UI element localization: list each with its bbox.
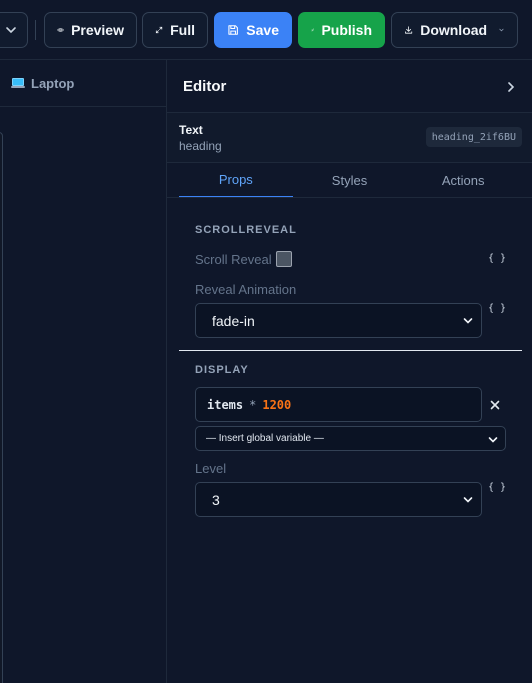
eye-icon <box>57 28 64 32</box>
insert-global-variable-select[interactable]: — Insert global variable — <box>195 426 506 451</box>
tabs-divider <box>167 197 532 198</box>
scroll-reveal-checkbox[interactable] <box>276 251 292 267</box>
chevron-down-icon <box>463 318 473 324</box>
save-label: Save <box>246 22 279 38</box>
top-toolbar: Preview Full Save Publish Download <box>0 0 532 60</box>
reveal-animation-value: fade-in <box>212 312 255 329</box>
expression-number: 1200 <box>262 397 292 412</box>
publish-button[interactable]: Publish <box>298 12 385 48</box>
preview-button[interactable]: Preview <box>44 12 137 48</box>
save-icon <box>228 25 238 35</box>
scroll-reveal-label: Scroll Reveal <box>195 252 272 267</box>
chevron-down-icon <box>488 437 498 443</box>
rocket-icon <box>311 28 315 32</box>
collapse-dropdown-button[interactable] <box>0 12 28 48</box>
reveal-animation-label: Reveal Animation <box>195 282 297 297</box>
download-label: Download <box>420 22 488 38</box>
editor-title: Editor <box>183 77 227 95</box>
selected-component-info: Text heading heading_2if6BU <box>167 113 532 163</box>
display-section-title: DISPLAY <box>195 364 249 376</box>
scrollreveal-section-title: SCROLLREVEAL <box>195 224 297 236</box>
preview-label: Preview <box>71 22 124 38</box>
global-variable-placeholder: — Insert global variable — <box>206 433 324 444</box>
editor-tabs: Props Styles Actions <box>179 163 520 198</box>
editor-panel: Editor Text heading heading_2if6BU Props… <box>167 60 532 683</box>
expand-icon <box>155 26 163 34</box>
laptop-icon <box>11 77 25 89</box>
full-button[interactable]: Full <box>142 12 208 48</box>
tab-actions[interactable]: Actions <box>406 163 520 198</box>
component-id-badge: heading_2if6BU <box>425 127 522 147</box>
download-icon <box>405 26 413 34</box>
tab-styles[interactable]: Styles <box>293 163 407 198</box>
scroll-reveal-binding-button[interactable]: { } <box>488 253 506 264</box>
device-label: Laptop <box>31 75 75 91</box>
canvas-frame[interactable] <box>0 132 3 683</box>
section-divider <box>179 350 522 351</box>
level-binding-button[interactable]: { } <box>488 482 506 493</box>
component-type: Text <box>179 123 203 137</box>
chevron-down-icon <box>6 27 16 34</box>
download-button[interactable]: Download <box>391 12 518 48</box>
editor-header: Editor <box>167 60 532 113</box>
reveal-animation-binding-button[interactable]: { } <box>488 303 506 314</box>
toolbar-divider <box>35 20 36 40</box>
component-subtype: heading <box>179 139 222 153</box>
expression-operator: * <box>249 397 257 412</box>
full-label: Full <box>170 22 195 38</box>
close-icon[interactable] <box>488 398 502 412</box>
reveal-animation-select[interactable]: fade-in <box>195 303 482 338</box>
canvas-area: Laptop <box>0 60 167 683</box>
display-expression-input[interactable]: items * 1200 <box>195 387 482 422</box>
tab-props[interactable]: Props <box>179 163 293 198</box>
expression-variable: items <box>207 397 244 412</box>
chevron-right-icon[interactable] <box>506 80 516 94</box>
level-select[interactable]: 3 <box>195 482 482 517</box>
chevron-down-icon <box>463 497 473 503</box>
publish-label: Publish <box>321 22 372 38</box>
level-label: Level <box>195 461 227 476</box>
save-button[interactable]: Save <box>214 12 292 48</box>
level-value: 3 <box>212 491 220 508</box>
device-selector[interactable]: Laptop <box>0 60 167 107</box>
chevron-down-icon <box>499 28 504 32</box>
